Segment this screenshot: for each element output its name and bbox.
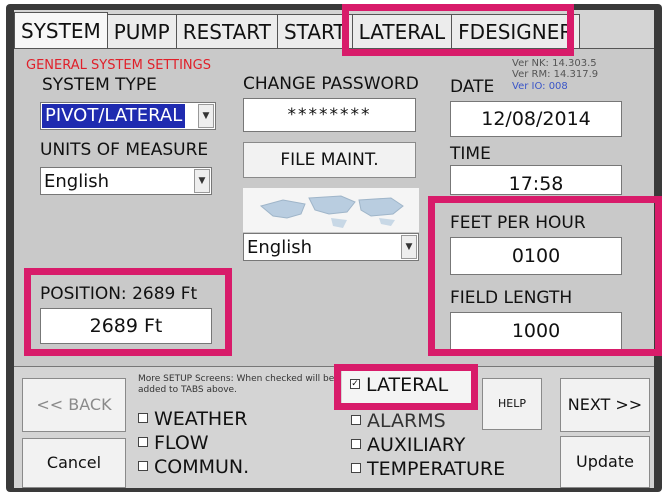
position-label: POSITION: 2689 Ft — [40, 284, 198, 304]
tab-start[interactable]: START — [276, 14, 353, 48]
update-button[interactable]: Update — [560, 436, 650, 488]
password-field[interactable]: ******** — [243, 98, 416, 132]
help-button[interactable]: HELP — [482, 378, 542, 430]
system-type-select[interactable]: PIVOT/LATERAL ▼ — [40, 102, 216, 130]
checkbox-commun[interactable]: COMMUN. — [138, 456, 249, 478]
tab-system[interactable]: SYSTEM — [14, 12, 108, 48]
units-label: UNITS OF MEASURE — [40, 140, 209, 160]
back-button[interactable]: << BACK — [22, 378, 126, 432]
system-type-label: SYSTEM TYPE — [42, 75, 157, 95]
dropdown-arrow-icon[interactable]: ▼ — [401, 235, 417, 259]
checkbox-icon[interactable] — [351, 462, 361, 473]
checkbox-alarms[interactable]: ALARMS — [351, 410, 446, 432]
checkbox-lateral[interactable]: ✓ LATERAL — [342, 368, 472, 404]
version-io: Ver IO: 008 — [512, 81, 568, 92]
language-select[interactable]: English ▼ — [243, 233, 419, 261]
change-password-label: CHANGE PASSWORD — [243, 74, 419, 94]
checkbox-flow[interactable]: FLOW — [138, 432, 209, 454]
tab-restart[interactable]: RESTART — [175, 14, 278, 48]
checked-checkbox-icon[interactable]: ✓ — [350, 378, 360, 389]
feet-per-hour-label: FEET PER HOUR — [450, 213, 586, 233]
tab-bar: SYSTEM PUMP RESTART START LATERAL FDESIG… — [14, 12, 654, 48]
cancel-button[interactable]: Cancel — [22, 438, 126, 488]
checkbox-icon[interactable] — [351, 414, 361, 425]
world-map-icon — [243, 188, 419, 232]
language-value: English — [247, 237, 312, 258]
checkbox-icon[interactable] — [138, 460, 148, 471]
tab-fdesigner[interactable]: FDESIGNER — [451, 14, 581, 48]
checkbox-icon[interactable] — [138, 436, 148, 447]
version-rm: Ver RM: 14.317.9 — [512, 69, 599, 80]
tab-pump[interactable]: PUMP — [106, 14, 177, 48]
dropdown-arrow-icon[interactable]: ▼ — [194, 169, 210, 193]
checkbox-auxiliary[interactable]: AUXILIARY — [351, 434, 465, 456]
dropdown-arrow-icon[interactable]: ▼ — [198, 104, 214, 128]
checkbox-icon[interactable] — [351, 438, 361, 449]
version-nk: Ver NK: 14.303.5 — [512, 58, 597, 69]
time-label: TIME — [450, 144, 491, 164]
field-length-label: FIELD LENGTH — [450, 288, 573, 308]
tab-lateral[interactable]: LATERAL — [351, 14, 453, 48]
section-header: GENERAL SYSTEM SETTINGS — [26, 58, 211, 73]
field-length-field[interactable]: 1000 — [450, 312, 622, 350]
date-label: DATE — [450, 77, 495, 97]
next-button[interactable]: NEXT >> — [560, 378, 650, 432]
units-select[interactable]: English ▼ — [40, 167, 212, 195]
system-type-value: PIVOT/LATERAL — [42, 104, 186, 128]
checkbox-icon[interactable] — [138, 412, 148, 423]
checkbox-weather[interactable]: WEATHER — [138, 408, 247, 430]
position-field[interactable]: 2689 Ft — [40, 308, 212, 344]
time-field[interactable]: 17:58 — [450, 165, 622, 195]
checkbox-temperature[interactable]: TEMPERATURE — [351, 458, 505, 480]
feet-per-hour-field[interactable]: 0100 — [450, 237, 622, 275]
setup-screens-note: More SETUP Screens: When checked will be… — [138, 374, 335, 395]
units-value: English — [44, 171, 109, 192]
file-maint-button[interactable]: FILE MAINT. — [243, 142, 416, 178]
date-field[interactable]: 12/08/2014 — [450, 101, 622, 137]
